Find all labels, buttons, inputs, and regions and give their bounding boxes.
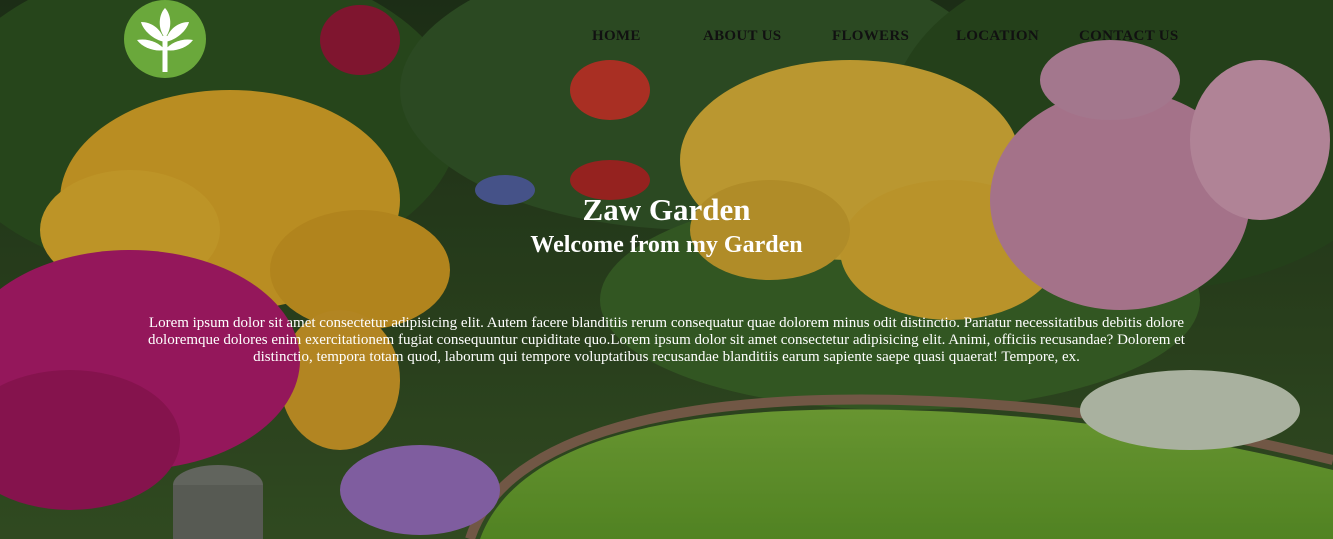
nav-home[interactable]: HOME (592, 28, 641, 45)
nav-contact-us[interactable]: CONTACT US (1079, 28, 1179, 45)
logo-tree-leaf-icon[interactable] (124, 0, 206, 78)
hero-title: Zaw Garden (582, 192, 751, 227)
hero-subtitle: Welcome from my Garden (530, 232, 803, 258)
nav-about-us[interactable]: ABOUT US (703, 28, 781, 45)
nav-location[interactable]: LOCATION (956, 28, 1039, 45)
hero-paragraph: Lorem ipsum dolor sit amet consectetur a… (148, 315, 1185, 365)
hero-garden-image (0, 0, 1333, 539)
tree-leaf-icon (137, 8, 193, 72)
nav-flowers[interactable]: FLOWERS (832, 28, 909, 45)
dark-overlay (0, 0, 1333, 539)
